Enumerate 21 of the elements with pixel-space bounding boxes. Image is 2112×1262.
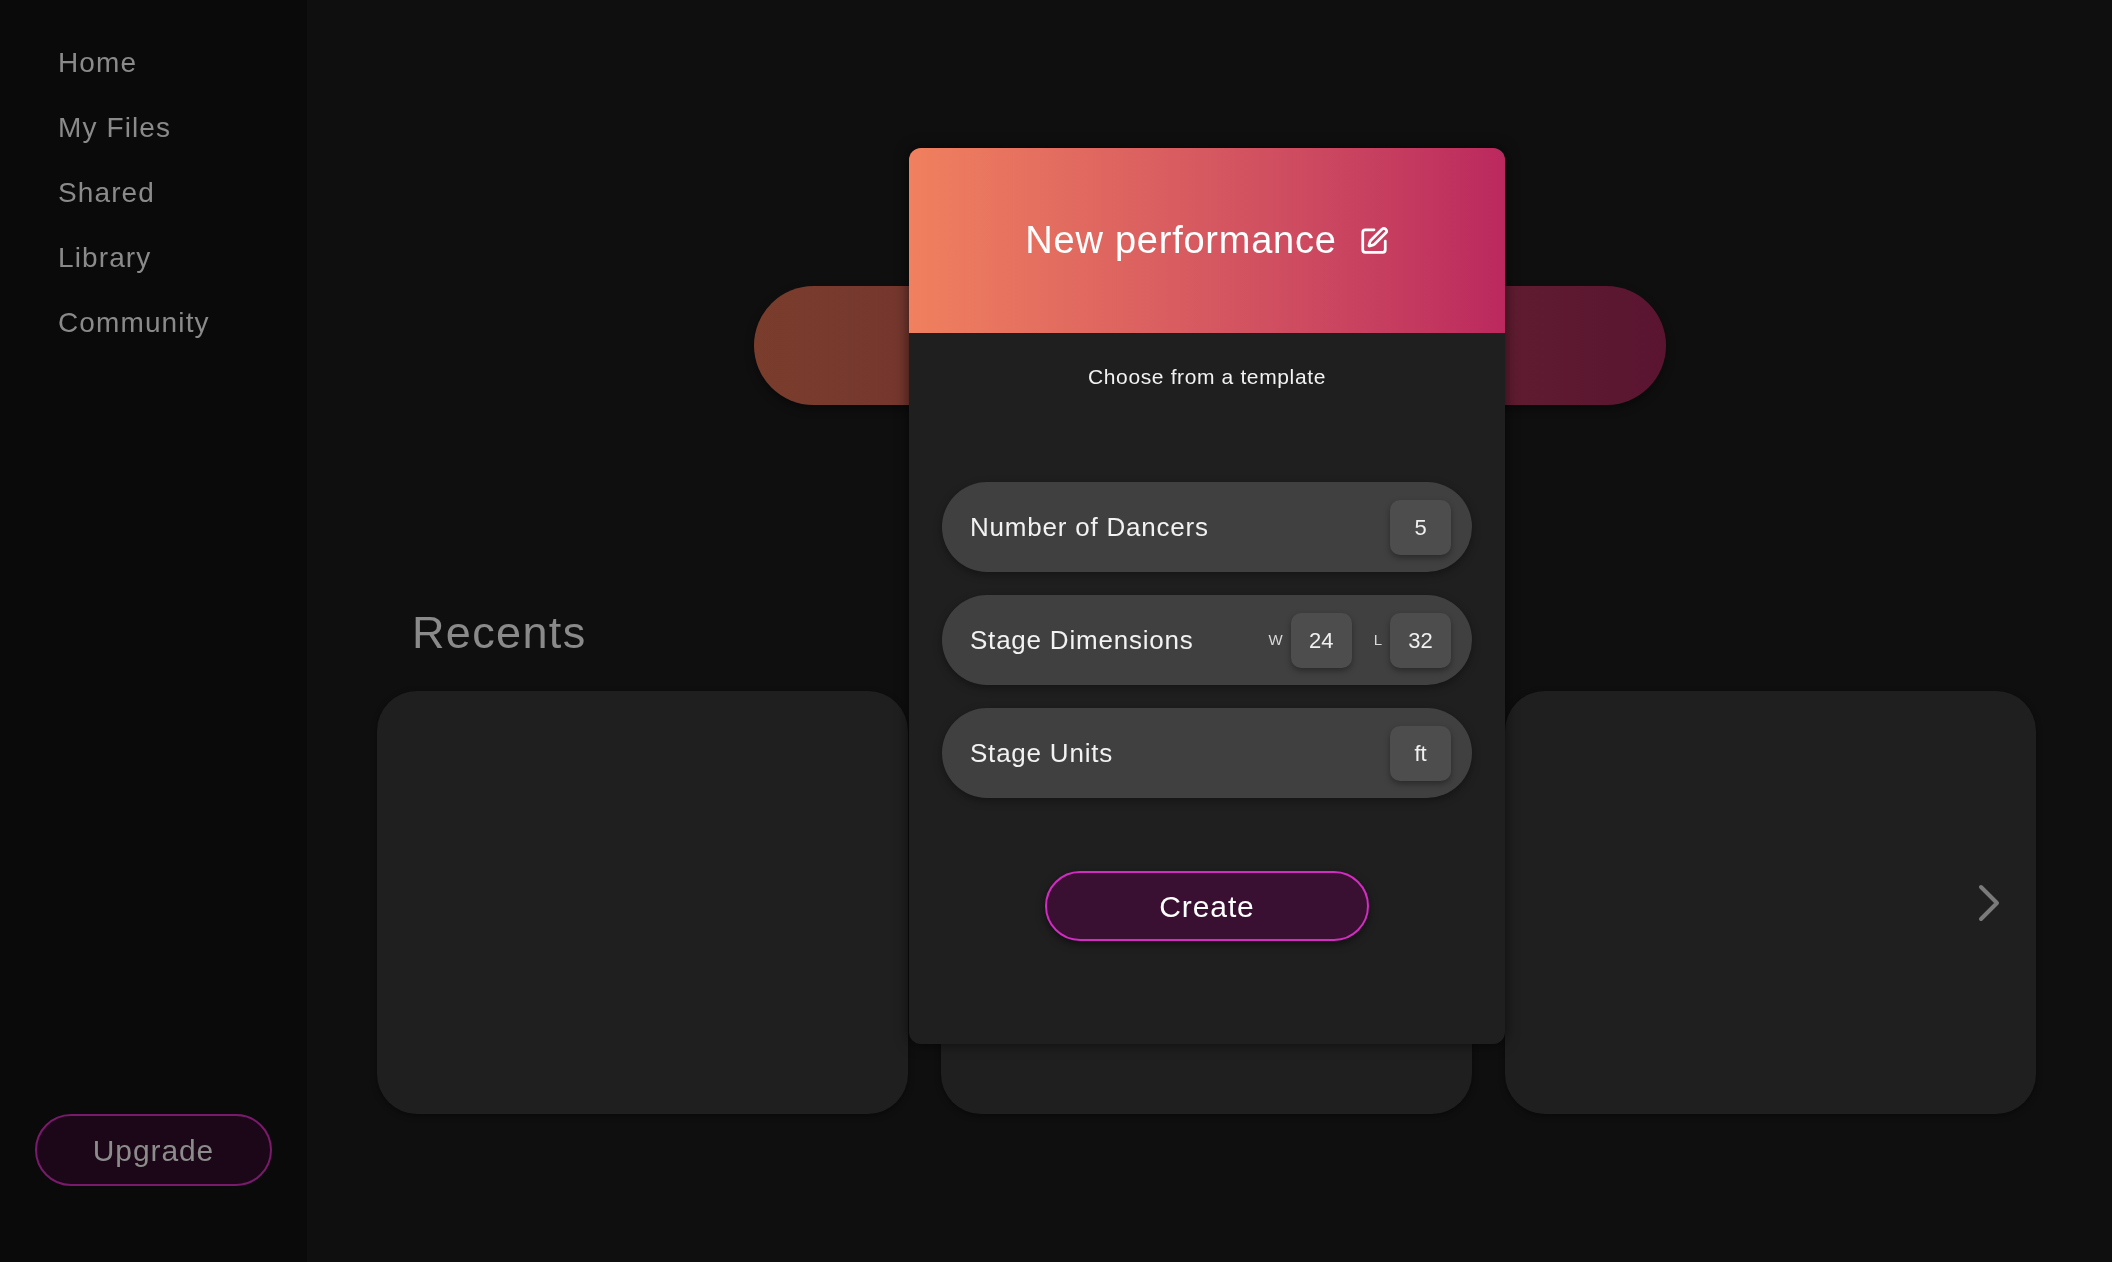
dimension-label: L xyxy=(1373,629,1382,650)
setting-label: Stage Units xyxy=(970,736,1113,770)
value-field[interactable]: 5 xyxy=(1390,499,1451,555)
dialog-title: New performance xyxy=(1025,218,1337,263)
value-field[interactable]: ft xyxy=(1390,725,1451,781)
dimension-label: W xyxy=(1268,629,1283,650)
recents-heading: Recents xyxy=(412,606,587,660)
create-button[interactable]: Create xyxy=(1045,871,1369,941)
setting-label: Number of Dancers xyxy=(970,510,1209,544)
nav-item[interactable]: Home xyxy=(58,45,138,81)
nav-item[interactable]: Community xyxy=(58,305,210,341)
dialog-subtitle: Choose from a template xyxy=(1087,364,1327,390)
chevron-right-icon[interactable] xyxy=(1978,883,2000,922)
nav-item[interactable]: Shared xyxy=(58,175,155,211)
value-field[interactable]: 32 xyxy=(1390,612,1451,668)
nav-item[interactable]: My Files xyxy=(58,110,172,146)
upgrade-button[interactable]: Upgrade xyxy=(35,1114,272,1186)
setting-label: Stage Dimensions xyxy=(970,623,1194,657)
edit-icon[interactable] xyxy=(1358,225,1389,256)
value-field[interactable]: 24 xyxy=(1290,612,1352,668)
nav-item[interactable]: Library xyxy=(58,240,152,276)
